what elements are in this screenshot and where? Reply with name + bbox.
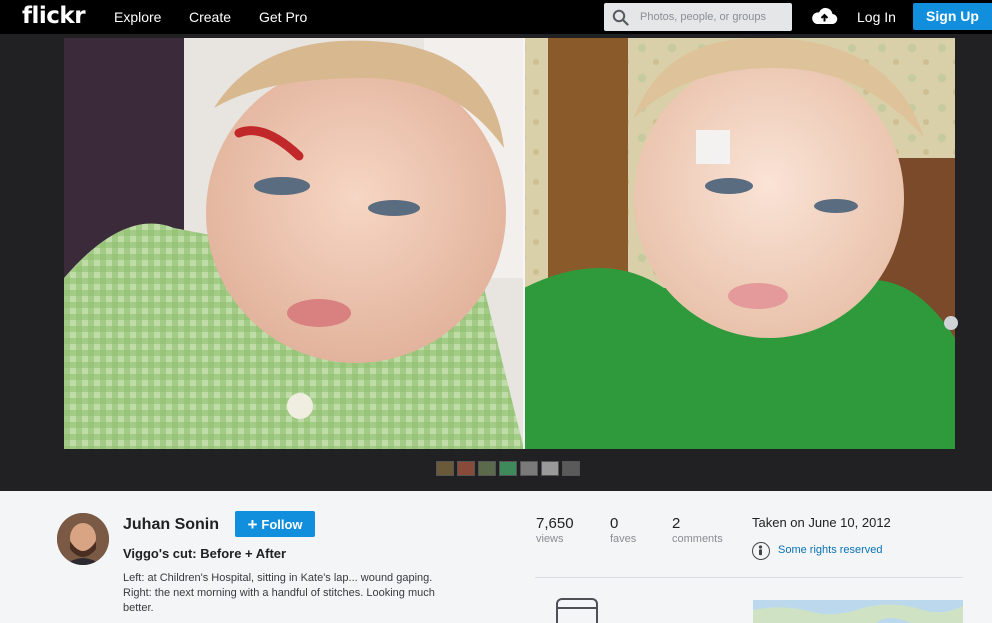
photo-stage (0, 34, 992, 491)
faves-label: faves (610, 533, 637, 545)
photo-description: Left: at Children's Hospital, sitting in… (123, 572, 435, 614)
thumbnail[interactable] (562, 461, 580, 476)
thumbnail[interactable] (541, 461, 559, 476)
follow-label: Follow (261, 516, 303, 532)
divider (535, 577, 963, 578)
thumbnail-strip (436, 461, 580, 476)
faves-count: 0 (610, 515, 619, 532)
avatar[interactable] (57, 513, 109, 565)
upload-cloud-icon[interactable] (811, 7, 838, 25)
search-input[interactable] (640, 3, 788, 31)
views-label: views (536, 533, 564, 545)
views-count: 7,650 (536, 515, 574, 532)
thumbnail[interactable] (499, 461, 517, 476)
plus-icon: + (247, 514, 258, 534)
photo-title: Viggo's cut: Before + After (123, 546, 287, 561)
nav-get-pro[interactable]: Get Pro (259, 9, 307, 25)
signup-button[interactable]: Sign Up (913, 3, 992, 30)
search-box[interactable] (604, 3, 792, 31)
nav-create[interactable]: Create (189, 9, 231, 25)
login-link[interactable]: Log In (857, 9, 896, 25)
license-link[interactable]: Some rights reserved (778, 544, 883, 556)
top-nav: flickr Explore Create Get Pro Log In Sig… (0, 0, 992, 34)
location-map[interactable] (753, 600, 963, 623)
creative-commons-icon (752, 542, 770, 560)
thumbnail[interactable] (457, 461, 475, 476)
taken-date[interactable]: Taken on June 10, 2012 (752, 515, 891, 530)
thumbnail[interactable] (436, 461, 454, 476)
thumbnail[interactable] (478, 461, 496, 476)
nav-explore[interactable]: Explore (114, 9, 161, 25)
comments-count: 2 (672, 515, 681, 532)
main-photo[interactable] (64, 38, 955, 449)
follow-button[interactable]: + Follow (235, 511, 315, 537)
avatar-image (57, 513, 109, 565)
next-photo-button[interactable] (944, 316, 958, 330)
thumbnail[interactable] (520, 461, 538, 476)
owner-name[interactable]: Juhan Sonin (123, 516, 219, 534)
flickr-logo[interactable]: flickr (22, 3, 86, 29)
camera-phone-icon (556, 598, 598, 623)
comments-label: comments (672, 533, 723, 545)
map-image (753, 600, 963, 623)
search-icon[interactable] (612, 9, 629, 26)
